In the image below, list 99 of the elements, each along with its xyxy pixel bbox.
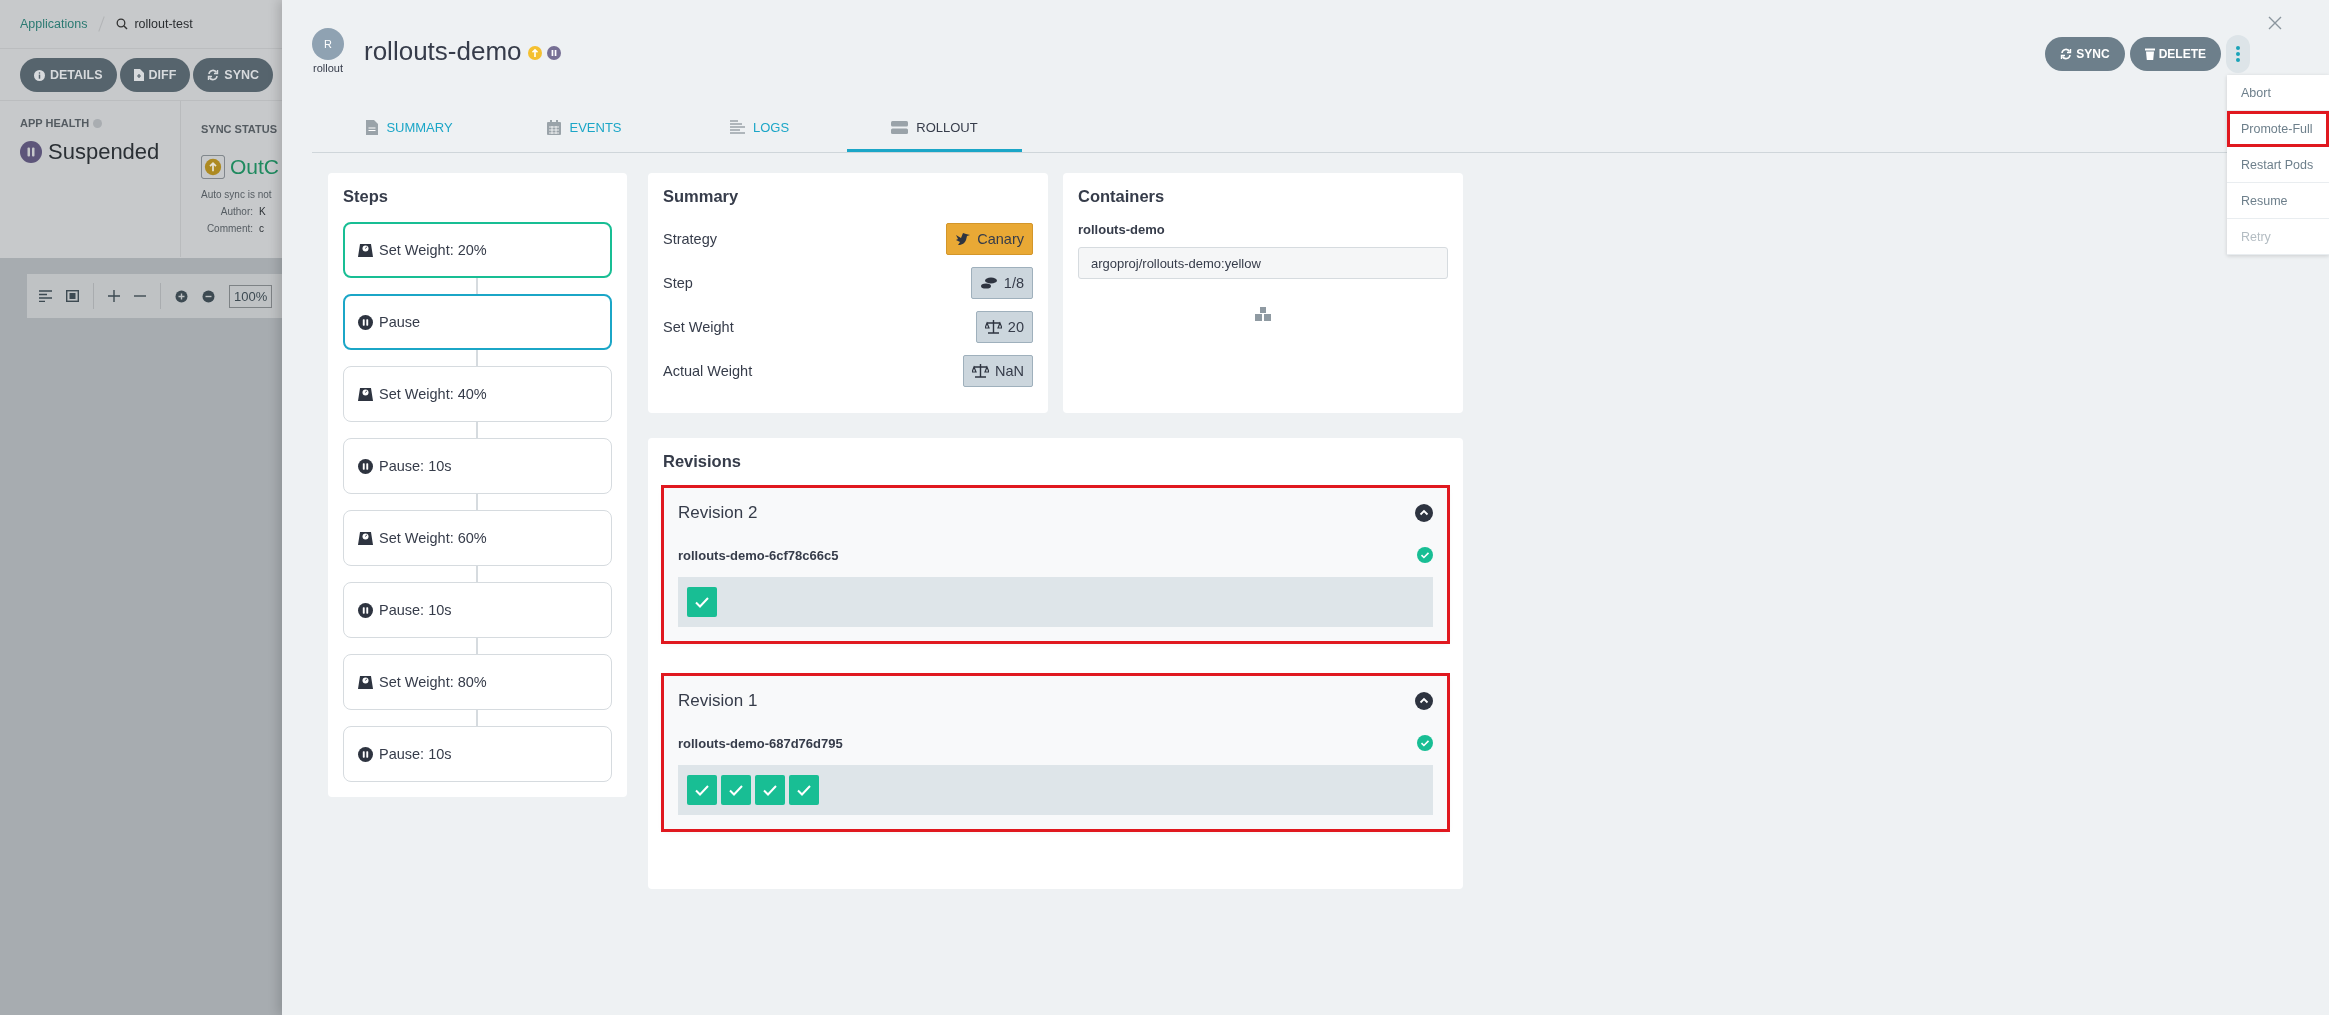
- server-icon: [891, 120, 909, 134]
- revision-title: Revision 2: [678, 503, 758, 523]
- pod-icon[interactable]: [687, 587, 717, 617]
- step-label: Set Weight: 60%: [379, 530, 487, 546]
- trash-icon: [2144, 48, 2155, 60]
- breadcrumb-link[interactable]: Applications: [20, 17, 88, 31]
- tab[interactable]: ROLLOUT: [847, 105, 1022, 152]
- collapse-icon[interactable]: [1415, 692, 1433, 710]
- scale-icon: [358, 675, 373, 689]
- zoom-field[interactable]: 100%: [229, 284, 273, 308]
- resource-title: rollouts-demo: [364, 36, 522, 67]
- pause-icon: [358, 314, 373, 330]
- bird-icon: [955, 232, 972, 246]
- card-title: Containers: [1078, 187, 1166, 206]
- scale-icon: [358, 387, 373, 401]
- search-icon: [116, 18, 129, 30]
- align-icon[interactable]: [39, 290, 52, 302]
- lines-icon: [729, 120, 745, 134]
- pause-icon: [358, 602, 373, 618]
- summary-label: Step: [663, 275, 693, 291]
- sync-note: Auto sync is not: [201, 189, 273, 200]
- breadcrumb-current: rollout-test: [134, 17, 193, 31]
- step-label: Set Weight: 20%: [379, 242, 487, 258]
- pod-icon[interactable]: [687, 775, 717, 805]
- step-label: Set Weight: 40%: [379, 386, 487, 402]
- out-of-sync-icon: [201, 155, 225, 179]
- menu-item[interactable]: Promote-Full: [2227, 111, 2329, 147]
- check-circle-icon: [1417, 547, 1433, 563]
- step-label: Pause: 10s: [379, 746, 452, 762]
- action-button[interactable]: SYNC: [2045, 37, 2125, 71]
- zoom-in-icon[interactable]: [175, 289, 188, 303]
- field-label: Author:: [219, 206, 253, 219]
- value-badge: NaN: [963, 355, 1033, 387]
- pod-icon[interactable]: [789, 775, 819, 805]
- value-badge: Canary: [946, 223, 1033, 255]
- collapse-icon[interactable]: [1415, 504, 1433, 522]
- balance-scale-icon: [972, 364, 989, 378]
- footsteps-icon: [979, 277, 998, 289]
- summary-label: Strategy: [663, 231, 717, 247]
- pause-icon: [546, 46, 561, 60]
- plus-icon[interactable]: [108, 290, 120, 302]
- step-label: Set Weight: 80%: [379, 674, 487, 690]
- close-icon[interactable]: [2268, 16, 2282, 30]
- toolbar-button[interactable]: DIFF: [119, 58, 191, 92]
- resource-kind: rollout: [313, 62, 343, 74]
- zoom-out-icon[interactable]: [202, 289, 215, 303]
- menu-item[interactable]: Abort: [2227, 75, 2329, 111]
- file-icon: [133, 69, 144, 81]
- section-label: APP HEALTH: [20, 117, 90, 129]
- health-status: Suspended: [48, 139, 160, 165]
- replica-set-name: rollouts-demo-6cf78c66c5: [678, 547, 839, 563]
- container-name: rollouts-demo: [1078, 222, 1166, 237]
- summary-label: Actual Weight: [663, 363, 753, 379]
- avatar: R: [312, 28, 344, 60]
- sync-status: OutC: [230, 155, 279, 179]
- toolbar-button[interactable]: SYNC: [193, 58, 274, 92]
- step-label: Pause: [379, 314, 421, 330]
- out-of-sync-icon: [527, 46, 542, 60]
- calendar-icon: [547, 119, 562, 135]
- sync-icon: [2060, 48, 2073, 60]
- action-button[interactable]: DELETE: [2129, 37, 2221, 71]
- pause-icon: [358, 746, 373, 762]
- value-badge: 20: [975, 311, 1033, 343]
- pod-icon[interactable]: [721, 775, 751, 805]
- tab[interactable]: LOGS: [672, 105, 847, 152]
- pause-icon: [358, 458, 373, 474]
- tab[interactable]: SUMMARY: [322, 105, 497, 152]
- card-title: Revisions: [663, 452, 742, 471]
- scale-icon: [358, 243, 373, 257]
- section-label: SYNC STATUS: [201, 123, 277, 135]
- check-circle-icon: [1417, 735, 1433, 751]
- field-label: Comment:: [205, 223, 253, 236]
- file-icon: [366, 119, 379, 135]
- step-label: Pause: 10s: [379, 458, 452, 474]
- balance-scale-icon: [984, 320, 1002, 334]
- tab[interactable]: EVENTS: [497, 105, 672, 152]
- summary-label: Set Weight: [663, 319, 734, 335]
- menu-item[interactable]: Resume: [2227, 183, 2329, 219]
- image-field[interactable]: argoproj/rollouts-demo:yellow: [1078, 247, 1448, 279]
- toolbar-button[interactable]: DETAILS: [20, 58, 117, 92]
- revision-title: Revision 1: [678, 691, 758, 711]
- more-menu-button[interactable]: [2226, 35, 2250, 73]
- card-title: Summary: [663, 187, 740, 206]
- scale-icon: [358, 531, 373, 545]
- field-value: c: [259, 223, 264, 236]
- value-badge: 1/8: [970, 267, 1033, 299]
- menu-item[interactable]: Restart Pods: [2227, 147, 2329, 183]
- sync-icon: [207, 69, 220, 81]
- info-icon: [34, 69, 45, 81]
- dots-icon: [2236, 45, 2240, 63]
- card-title: Steps: [343, 187, 389, 206]
- cubes-icon: [1255, 307, 1271, 321]
- field-value: K: [259, 206, 266, 219]
- help-icon: [93, 118, 103, 128]
- replica-set-name: rollouts-demo-687d76d795: [678, 735, 843, 751]
- pod-icon[interactable]: [755, 775, 785, 805]
- pause-icon: [20, 141, 42, 163]
- fit-icon[interactable]: [66, 290, 79, 302]
- step-label: Pause: 10s: [379, 602, 452, 618]
